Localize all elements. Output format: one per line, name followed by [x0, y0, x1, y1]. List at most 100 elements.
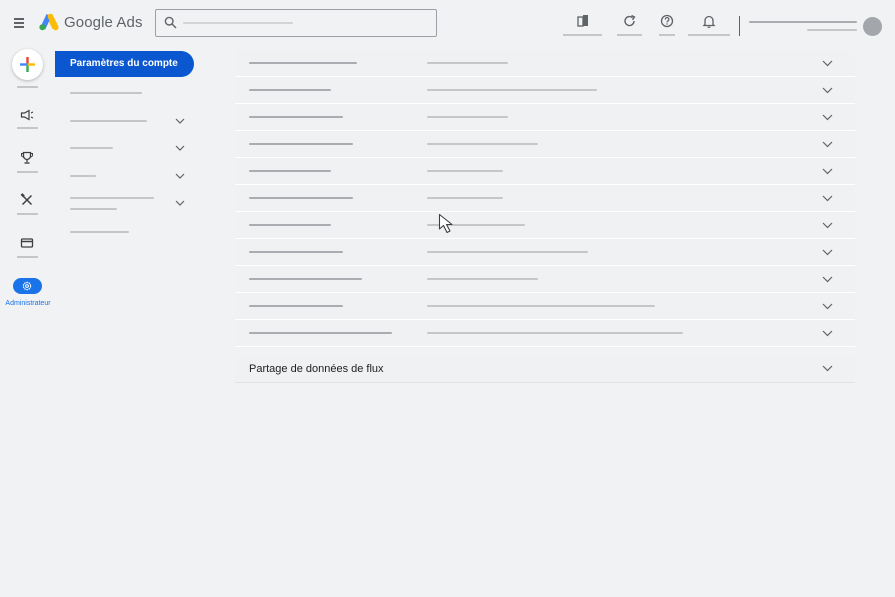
- chevron-down-icon: [822, 195, 833, 202]
- menu-icon[interactable]: [10, 13, 28, 31]
- chevron-down-icon: [822, 114, 833, 121]
- subnav-label-line: [70, 197, 154, 199]
- account-settings-panel: [235, 50, 855, 347]
- setting-name-line: [249, 170, 331, 172]
- settings-row[interactable]: [235, 212, 855, 239]
- account-id-line: [807, 29, 857, 31]
- chevron-down-icon: [822, 222, 833, 229]
- settings-row[interactable]: [235, 131, 855, 158]
- settings-row[interactable]: [235, 239, 855, 266]
- setting-value-line: [427, 89, 597, 91]
- setting-value-line: [427, 224, 525, 226]
- subnav-item-3[interactable]: [55, 137, 195, 159]
- chevron-down-icon: [175, 118, 185, 124]
- chevron-down-icon: [822, 87, 833, 94]
- campaigns-label-line: [17, 127, 38, 129]
- setting-value-line: [427, 197, 503, 199]
- setting-value-line: [427, 62, 508, 64]
- settings-row[interactable]: [235, 104, 855, 131]
- subnav-item-2[interactable]: [55, 110, 195, 132]
- setting-name-line: [249, 197, 353, 199]
- chevron-down-icon: [175, 200, 185, 206]
- subnav-label-line: [70, 175, 96, 177]
- setting-name-line: [249, 332, 392, 334]
- header-divider: [739, 16, 740, 36]
- subnav-item-4[interactable]: [55, 164, 195, 186]
- setting-value-line: [427, 170, 503, 172]
- chevron-down-icon: [822, 330, 833, 337]
- rail-item-admin[interactable]: [13, 278, 42, 294]
- avatar[interactable]: [863, 17, 882, 36]
- top-app-bar: Google Ads: [0, 0, 895, 46]
- settings-row[interactable]: [235, 266, 855, 293]
- subnav-label-line: [70, 208, 117, 210]
- setting-name-line: [249, 89, 331, 91]
- settings-row[interactable]: [235, 320, 855, 347]
- chevron-down-icon: [822, 168, 833, 175]
- campaigns-icon: [20, 109, 34, 121]
- setting-name-line: [249, 305, 343, 307]
- subnav-label-line: [70, 231, 129, 233]
- subnav-item-account-settings[interactable]: Paramètres du compte: [55, 51, 194, 77]
- help-label-line: [659, 34, 675, 36]
- chevron-down-icon: [175, 173, 185, 179]
- admin-label: Administrateur: [5, 300, 51, 307]
- refresh-icon[interactable]: [621, 12, 639, 30]
- google-ads-logo: [39, 13, 59, 31]
- setting-name-line: [249, 224, 331, 226]
- refresh-label-line: [617, 34, 642, 36]
- settings-row[interactable]: [235, 185, 855, 212]
- appearance-icon[interactable]: [574, 12, 592, 30]
- create-button[interactable]: [12, 49, 43, 80]
- plus-icon: [20, 57, 35, 72]
- subnav-item-5[interactable]: [55, 192, 195, 216]
- appearance-label-line: [563, 34, 602, 36]
- subnav-item-1[interactable]: [55, 83, 195, 105]
- setting-value-line: [427, 278, 538, 280]
- setting-name-line: [249, 278, 362, 280]
- setting-name-line: [249, 116, 343, 118]
- tools-icon: [20, 193, 33, 206]
- brand-name: Google Ads: [64, 14, 143, 31]
- subnav-item-6[interactable]: [55, 221, 195, 243]
- rail-item-billing[interactable]: [17, 234, 39, 254]
- search-box[interactable]: [155, 9, 437, 37]
- rail-item-goals[interactable]: [17, 149, 39, 169]
- notifications-icon[interactable]: [700, 12, 718, 30]
- subnav-label-line: [70, 120, 147, 122]
- search-placeholder-line: [183, 22, 293, 24]
- subnav-label-line: [70, 92, 142, 94]
- goals-label-line: [17, 171, 38, 173]
- setting-value-line: [427, 116, 508, 118]
- setting-name-line: [249, 251, 343, 253]
- create-label-line: [17, 86, 38, 88]
- setting-name-line: [249, 62, 357, 64]
- account-name-line: [749, 21, 857, 23]
- feed-data-sharing-title: Partage de données de flux: [249, 363, 384, 375]
- setting-value-line: [427, 143, 538, 145]
- chevron-down-icon: [175, 145, 185, 151]
- chevron-down-icon: [822, 365, 833, 372]
- setting-value-line: [427, 332, 683, 334]
- settings-row[interactable]: [235, 50, 855, 77]
- billing-label-line: [17, 256, 38, 258]
- chevron-down-icon: [822, 60, 833, 67]
- setting-value-line: [427, 251, 588, 253]
- tools-label-line: [17, 213, 38, 215]
- settings-row[interactable]: [235, 293, 855, 320]
- rail-item-tools[interactable]: [17, 191, 39, 211]
- billing-icon: [20, 238, 34, 248]
- chevron-down-icon: [822, 141, 833, 148]
- settings-row[interactable]: [235, 158, 855, 185]
- subnav-label-line: [70, 147, 113, 149]
- settings-row[interactable]: [235, 77, 855, 104]
- notifications-label-line: [688, 34, 730, 36]
- chevron-down-icon: [822, 276, 833, 283]
- setting-value-line: [427, 305, 655, 307]
- chevron-down-icon: [822, 249, 833, 256]
- chevron-down-icon: [822, 303, 833, 310]
- rail-item-campaigns[interactable]: [17, 106, 39, 126]
- help-icon[interactable]: [658, 12, 676, 30]
- goals-icon: [21, 151, 33, 164]
- feed-data-sharing-section[interactable]: Partage de données de flux: [235, 355, 855, 382]
